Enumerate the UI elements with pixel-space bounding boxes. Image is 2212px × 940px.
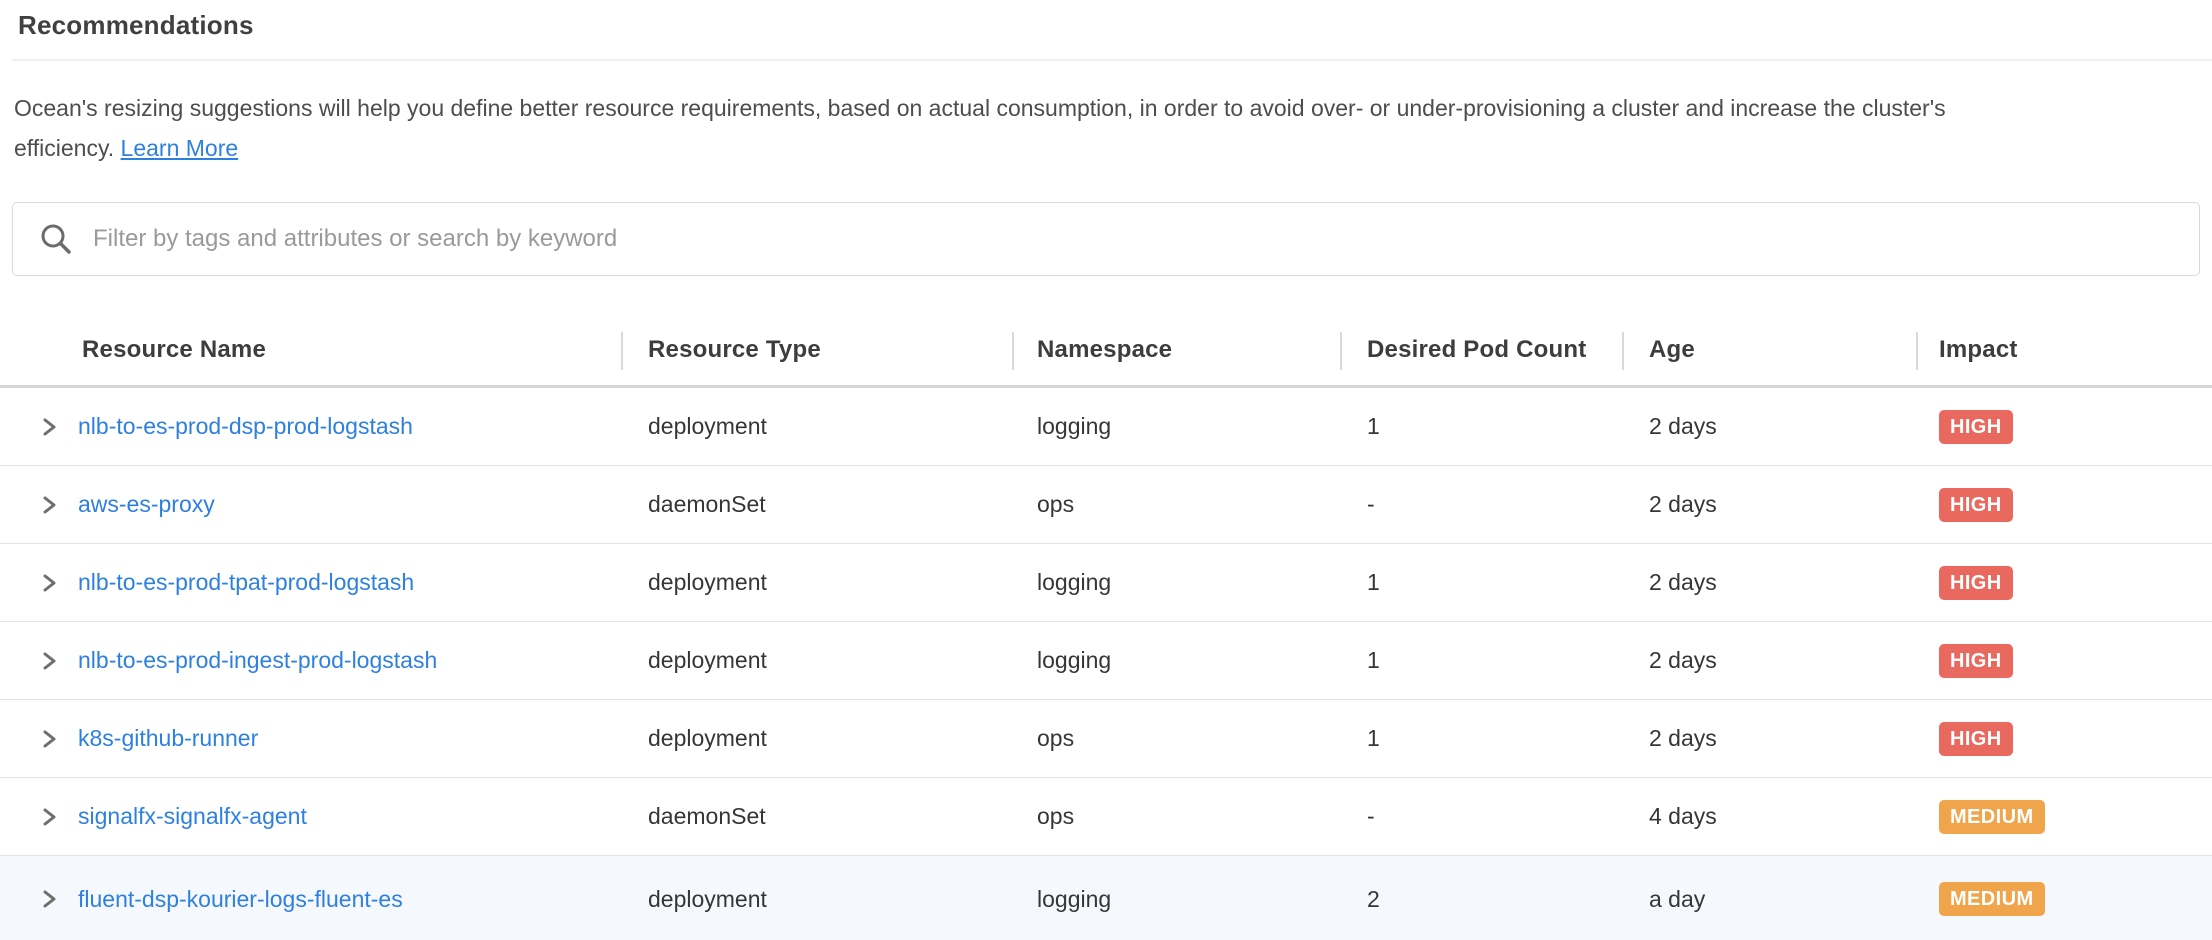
table-row[interactable]: nlb-to-es-prod-ingest-prod-logstash depl… xyxy=(0,622,2212,700)
search-input[interactable] xyxy=(93,203,2199,275)
resource-type-cell: deployment xyxy=(648,886,1037,913)
search-icon xyxy=(39,222,73,256)
table-row[interactable]: signalfx-signalfx-agent daemonSet ops - … xyxy=(0,778,2212,856)
impact-badge: MEDIUM xyxy=(1939,800,2045,834)
header-desired-pod-count: Desired Pod Count xyxy=(1367,336,1649,364)
chevron-right-icon[interactable] xyxy=(38,415,60,439)
age-cell: 4 days xyxy=(1649,803,1939,830)
impact-badge: HIGH xyxy=(1939,566,2013,600)
chevron-right-icon[interactable] xyxy=(38,887,60,911)
table-row[interactable]: fluent-dsp-kourier-logs-fluent-es deploy… xyxy=(0,856,2212,940)
table-row[interactable]: aws-es-proxy daemonSet ops - 2 days HIGH xyxy=(0,466,2212,544)
description-line-1: Ocean's resizing suggestions will help y… xyxy=(14,88,2196,128)
impact-badge: MEDIUM xyxy=(1939,882,2045,916)
namespace-cell: ops xyxy=(1037,803,1367,830)
resource-type-cell: deployment xyxy=(648,725,1037,752)
resource-name-link[interactable]: nlb-to-es-prod-ingest-prod-logstash xyxy=(78,647,437,673)
row-expand-cell[interactable] xyxy=(14,887,78,911)
impact-badge: HIGH xyxy=(1939,410,2013,444)
header-separator xyxy=(1916,332,1918,370)
table-row[interactable]: nlb-to-es-prod-tpat-prod-logstash deploy… xyxy=(0,544,2212,622)
namespace-cell: logging xyxy=(1037,413,1367,440)
row-expand-cell[interactable] xyxy=(14,571,78,595)
chevron-right-icon[interactable] xyxy=(38,649,60,673)
row-expand-cell[interactable] xyxy=(14,805,78,829)
chevron-right-icon[interactable] xyxy=(38,493,60,517)
header-resource-name: Resource Name xyxy=(14,336,648,364)
impact-badge: HIGH xyxy=(1939,722,2013,756)
age-cell: 2 days xyxy=(1649,413,1939,440)
age-cell: 2 days xyxy=(1649,647,1939,674)
recommendations-table: Resource Name Resource Type Namespace De… xyxy=(0,315,2212,940)
desired-pod-count-cell: 2 xyxy=(1367,886,1649,913)
table-row[interactable]: nlb-to-es-prod-dsp-prod-logstash deploym… xyxy=(0,388,2212,466)
desired-pod-count-cell: 1 xyxy=(1367,413,1649,440)
row-expand-cell[interactable] xyxy=(14,493,78,517)
recommendations-page: Recommendations Ocean's resizing suggest… xyxy=(0,0,2212,940)
header-impact: Impact xyxy=(1939,336,2212,364)
resource-name-link[interactable]: signalfx-signalfx-agent xyxy=(78,803,307,829)
impact-badge: HIGH xyxy=(1939,644,2013,678)
resource-name-link[interactable]: aws-es-proxy xyxy=(78,491,215,517)
table-row[interactable]: k8s-github-runner deployment ops 1 2 day… xyxy=(0,700,2212,778)
row-expand-cell[interactable] xyxy=(14,649,78,673)
header-separator xyxy=(1340,332,1342,370)
namespace-cell: logging xyxy=(1037,647,1367,674)
table-body: nlb-to-es-prod-dsp-prod-logstash deploym… xyxy=(0,388,2212,940)
chevron-right-icon[interactable] xyxy=(38,727,60,751)
header-separator xyxy=(1012,332,1014,370)
table-header: Resource Name Resource Type Namespace De… xyxy=(0,315,2212,388)
age-cell: a day xyxy=(1649,886,1939,913)
namespace-cell: logging xyxy=(1037,569,1367,596)
namespace-cell: ops xyxy=(1037,725,1367,752)
description-line-2: efficiency. xyxy=(14,135,114,161)
desired-pod-count-cell: 1 xyxy=(1367,725,1649,752)
row-expand-cell[interactable] xyxy=(14,415,78,439)
desired-pod-count-cell: 1 xyxy=(1367,569,1649,596)
resource-type-cell: deployment xyxy=(648,569,1037,596)
impact-badge: HIGH xyxy=(1939,488,2013,522)
row-expand-cell[interactable] xyxy=(14,727,78,751)
namespace-cell: logging xyxy=(1037,886,1367,913)
chevron-right-icon[interactable] xyxy=(38,805,60,829)
namespace-cell: ops xyxy=(1037,491,1367,518)
page-title: Recommendations xyxy=(18,10,254,41)
resource-type-cell: daemonSet xyxy=(648,803,1037,830)
title-divider xyxy=(12,59,2212,61)
desired-pod-count-cell: 1 xyxy=(1367,647,1649,674)
header-separator xyxy=(1622,332,1624,370)
header-separator xyxy=(621,332,623,370)
resource-name-link[interactable]: nlb-to-es-prod-dsp-prod-logstash xyxy=(78,413,413,439)
age-cell: 2 days xyxy=(1649,569,1939,596)
desired-pod-count-cell: - xyxy=(1367,803,1649,830)
learn-more-link[interactable]: Learn More xyxy=(121,135,239,161)
desired-pod-count-cell: - xyxy=(1367,491,1649,518)
age-cell: 2 days xyxy=(1649,491,1939,518)
search-bar[interactable] xyxy=(12,202,2200,276)
resource-type-cell: deployment xyxy=(648,413,1037,440)
chevron-right-icon[interactable] xyxy=(38,571,60,595)
resource-name-link[interactable]: k8s-github-runner xyxy=(78,725,258,751)
header-namespace: Namespace xyxy=(1037,336,1367,364)
age-cell: 2 days xyxy=(1649,725,1939,752)
header-resource-type: Resource Type xyxy=(648,336,1037,364)
resource-name-link[interactable]: nlb-to-es-prod-tpat-prod-logstash xyxy=(78,569,414,595)
header-age: Age xyxy=(1649,336,1939,364)
resource-name-link[interactable]: fluent-dsp-kourier-logs-fluent-es xyxy=(78,886,403,912)
page-description: Ocean's resizing suggestions will help y… xyxy=(14,88,2196,168)
resource-type-cell: deployment xyxy=(648,647,1037,674)
resource-type-cell: daemonSet xyxy=(648,491,1037,518)
